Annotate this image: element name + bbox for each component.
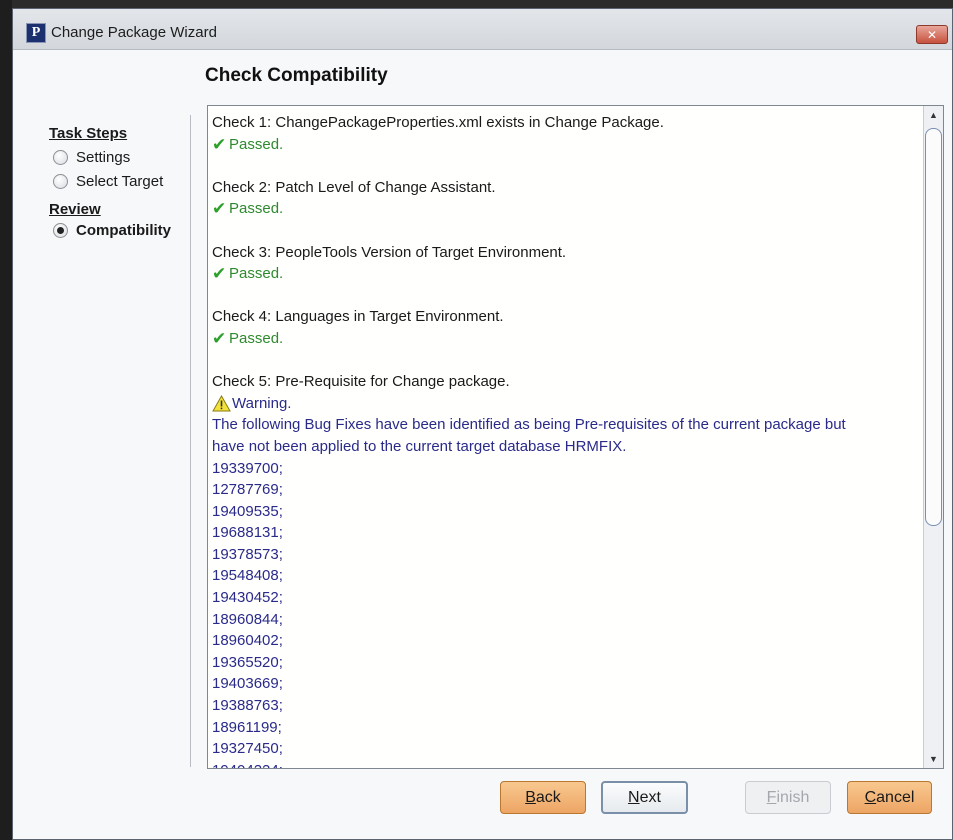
scrollbar-thumb[interactable]: [925, 128, 942, 526]
review-title: Review: [49, 201, 101, 218]
status-text: Passed.: [229, 200, 284, 218]
checkmark-icon: ✔: [212, 134, 227, 154]
check-2-title: Check 2: Patch Level of Change Assistant…: [212, 178, 496, 196]
bug-fix-item: 19365520;: [212, 653, 283, 671]
check-3-title: Check 3: PeopleTools Version of Target E…: [212, 243, 567, 261]
task-step-label: Select Target: [76, 172, 164, 190]
status-text: Passed.: [229, 135, 284, 153]
warning-message-line-1: The following Bug Fixes have been identi…: [212, 416, 846, 434]
warning-icon: [212, 395, 232, 412]
cancel-button[interactable]: Cancel: [847, 781, 932, 814]
peoplesoft-app-icon: P: [26, 23, 46, 43]
next-label: ext: [639, 788, 661, 806]
status-text: Warning.: [232, 394, 292, 412]
close-icon: ✕: [926, 27, 938, 42]
check-3-status: ✔ Passed.: [212, 263, 919, 285]
title-bar[interactable]: P Change Package Wizard ✕: [13, 9, 952, 50]
bug-fix-item: 19430452;: [212, 589, 283, 607]
check-2-status: ✔ Passed.: [212, 198, 919, 220]
change-package-wizard-window: P Change Package Wizard ✕ Check Compatib…: [12, 8, 953, 840]
check-5-title: Check 5: Pre-Requisite for Change packag…: [212, 373, 510, 391]
cancel-label: ancel: [876, 788, 915, 806]
window-frame: [0, 0, 12, 840]
finish-label: inish: [776, 788, 810, 806]
close-button[interactable]: ✕: [916, 25, 948, 44]
check-4-title: Check 4: Languages in Target Environment…: [212, 308, 504, 326]
checkmark-icon: ✔: [212, 328, 227, 348]
task-steps-panel: Task Steps Settings Select Target Review…: [49, 125, 189, 242]
scroll-down-icon[interactable]: ▼: [926, 752, 941, 766]
bug-fix-item: 19548408;: [212, 567, 283, 585]
radio-compatibility[interactable]: [53, 222, 68, 238]
back-mnemonic: B: [525, 788, 536, 806]
bug-fix-item: 18961199;: [212, 718, 282, 736]
task-step-settings[interactable]: Settings: [49, 145, 189, 169]
bug-fix-item: 18960844;: [212, 610, 283, 628]
task-step-select-target[interactable]: Select Target: [49, 169, 189, 193]
radio-select-target[interactable]: [53, 173, 68, 189]
bug-fix-item: 19409535;: [212, 502, 283, 520]
status-text: Passed.: [229, 265, 284, 283]
back-button[interactable]: Back: [500, 781, 586, 814]
panel-divider: [190, 115, 191, 767]
check-1-status: ✔ Passed.: [212, 134, 919, 156]
window-title: Change Package Wizard: [51, 24, 217, 41]
task-step-label: Compatibility: [76, 221, 172, 239]
results-content: Check 1: ChangePackageProperties.xml exi…: [208, 106, 923, 768]
status-text: Passed.: [229, 329, 284, 347]
cancel-mnemonic: C: [864, 788, 877, 806]
vertical-scrollbar[interactable]: ▲ ▼: [923, 106, 943, 768]
warning-message-line-2: have not been applied to the current tar…: [212, 437, 627, 455]
page-title: Check Compatibility: [205, 65, 388, 86]
bug-fix-item: 12787769;: [212, 481, 283, 499]
checkmark-icon: ✔: [212, 199, 227, 219]
scroll-up-icon[interactable]: ▲: [926, 108, 941, 122]
check-5-status: Warning.: [212, 393, 919, 415]
bug-fix-item: 19403669;: [212, 675, 283, 693]
checkmark-icon: ✔: [212, 264, 227, 284]
task-step-label: Settings: [76, 148, 131, 166]
task-steps-title: Task Steps: [49, 125, 128, 142]
bug-fix-item: 19378573;: [212, 545, 283, 563]
finish-mnemonic: F: [766, 788, 777, 806]
bug-fix-item: 19339700;: [212, 459, 283, 477]
bug-fix-item: 19404224;: [212, 760, 919, 768]
finish-button[interactable]: Finish: [745, 781, 831, 814]
bug-fix-item: 19327450;: [212, 740, 283, 758]
next-button[interactable]: Next: [601, 781, 688, 814]
review-step-compatibility[interactable]: Compatibility: [49, 218, 189, 242]
bug-fix-item: 19688131;: [212, 524, 283, 542]
bug-fix-item: 19388763;: [212, 697, 283, 715]
back-label: ack: [535, 788, 561, 806]
bug-fix-item: 18960402;: [212, 632, 283, 650]
check-4-status: ✔ Passed.: [212, 328, 919, 350]
check-1-title: Check 1: ChangePackageProperties.xml exi…: [212, 114, 664, 131]
bug-fix-list: 19339700; 12787769; 19409535; 19688131; 1937…: [212, 458, 919, 769]
next-mnemonic: N: [628, 788, 640, 806]
radio-settings[interactable]: [53, 149, 68, 165]
compatibility-results-pane[interactable]: Check 1: ChangePackageProperties.xml exi…: [207, 105, 944, 769]
